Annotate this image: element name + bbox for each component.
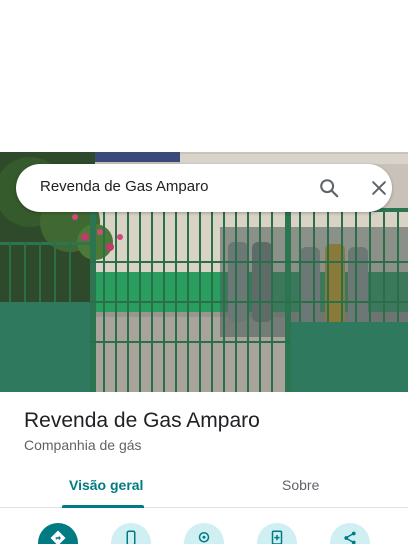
call-button[interactable]	[111, 523, 151, 544]
selected-tab-indicator	[62, 505, 144, 508]
search-bar[interactable]: Revenda de Gas Amparo	[16, 164, 392, 212]
share-icon	[344, 531, 356, 544]
save-button[interactable]	[257, 523, 297, 544]
search-icon[interactable]	[318, 177, 340, 199]
phone-icon	[126, 530, 136, 544]
search-input[interactable]: Revenda de Gas Amparo	[40, 178, 208, 195]
place-title: Revenda de Gas Amparo	[24, 409, 260, 432]
location-button[interactable]	[184, 523, 224, 544]
map-blank-area	[0, 0, 408, 152]
tab-overview[interactable]: Visão geral	[69, 477, 143, 493]
directions-icon	[50, 530, 66, 544]
share-button[interactable]	[330, 523, 370, 544]
tab-about[interactable]: Sobre	[282, 477, 319, 493]
save-icon	[271, 530, 283, 544]
place-category: Companhia de gás	[24, 437, 142, 453]
close-icon[interactable]	[369, 178, 389, 198]
location-icon	[198, 532, 210, 543]
place-tabs: Visão geral Sobre	[0, 468, 408, 508]
directions-button[interactable]	[38, 523, 78, 544]
action-bar	[0, 510, 408, 544]
